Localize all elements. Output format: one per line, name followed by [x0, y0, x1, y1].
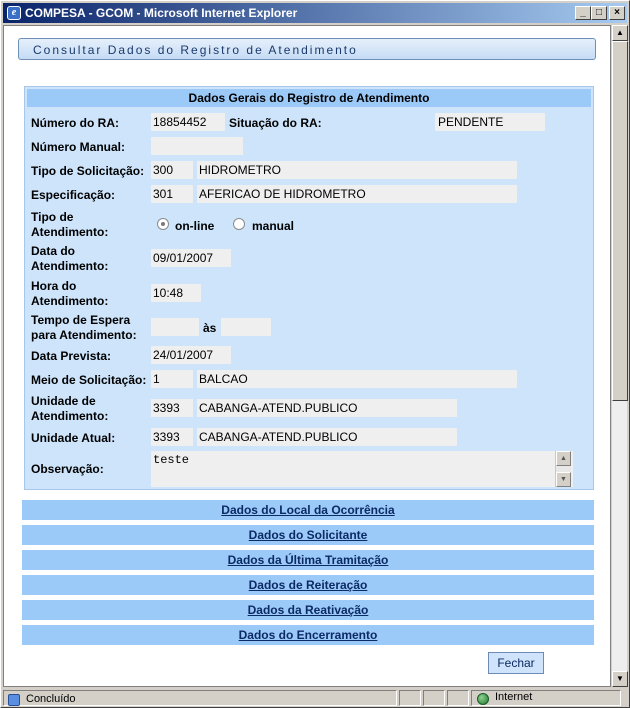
- close-button[interactable]: ×: [609, 6, 625, 20]
- especificacao-desc-field[interactable]: AFERICAO DE HIDROMETRO: [197, 185, 517, 203]
- numero-ra-label: Número do RA:: [31, 116, 119, 130]
- section-solicitante-link[interactable]: Dados do Solicitante: [22, 525, 594, 545]
- minimize-button[interactable]: _: [575, 6, 591, 20]
- page-content: Consultar Dados do Registro de Atendimen…: [3, 25, 611, 687]
- page-done-icon: [8, 694, 20, 706]
- page-title: Consultar Dados do Registro de Atendimen…: [33, 43, 358, 57]
- tipo-atendimento-online-radio[interactable]: [157, 218, 169, 230]
- numero-manual-label: Número Manual:: [31, 140, 126, 154]
- numero-manual-field[interactable]: [151, 137, 243, 155]
- maximize-button[interactable]: □: [591, 6, 607, 20]
- window-title: COMPESA - GCOM - Microsoft Internet Expl…: [25, 6, 298, 20]
- especificacao-code-field[interactable]: 301: [151, 185, 193, 203]
- tempo-espera-label-line1: Tempo de Espera: [31, 313, 131, 327]
- hora-atendimento-field[interactable]: 10:48: [151, 284, 201, 302]
- page-vertical-scrollbar[interactable]: ▲ ▼: [611, 25, 628, 687]
- scrollbar-thumb[interactable]: [612, 41, 628, 401]
- tempo-espera-separator: às: [203, 321, 217, 335]
- scroll-down-arrow-icon[interactable]: ▼: [556, 472, 571, 487]
- tempo-espera-inicio-field[interactable]: [151, 318, 199, 336]
- status-main-segment: Concluído: [3, 690, 397, 706]
- section-reativacao-link[interactable]: Dados da Reativação: [22, 600, 594, 620]
- observacao-scrollbar[interactable]: ▲ ▼: [555, 451, 571, 487]
- page-title-bar: Consultar Dados do Registro de Atendimen…: [18, 38, 596, 60]
- status-segment: [423, 690, 445, 706]
- title-bar: e COMPESA - GCOM - Microsoft Internet Ex…: [3, 3, 627, 23]
- situacao-ra-field[interactable]: PENDENTE: [435, 113, 545, 131]
- internet-explorer-icon: e: [7, 6, 21, 20]
- status-zone-segment: [471, 690, 621, 706]
- internet-zone-globe-icon: [477, 693, 489, 705]
- observacao-label: Observação:: [31, 462, 104, 476]
- scroll-down-arrow-icon[interactable]: ▼: [612, 671, 628, 687]
- unidade-atendimento-desc-field[interactable]: CABANGA-ATEND.PUBLICO: [197, 399, 457, 417]
- unidade-atendimento-label-line1: Unidade de: [31, 394, 96, 408]
- section-local-ocorrencia-link[interactable]: Dados do Local da Ocorrência: [22, 500, 594, 520]
- general-data-panel: Dados Gerais do Registro de Atendimento …: [24, 86, 594, 490]
- meio-solicitacao-code-field[interactable]: 1: [151, 370, 193, 388]
- unidade-atual-code-field[interactable]: 3393: [151, 428, 193, 446]
- tipo-atendimento-manual-label: manual: [252, 219, 295, 233]
- tempo-espera-fim-field[interactable]: [221, 318, 271, 336]
- section-reiteracao-link[interactable]: Dados de Reiteração: [22, 575, 594, 595]
- especificacao-label: Especificação:: [31, 188, 116, 202]
- data-prevista-field[interactable]: 24/01/2007: [151, 346, 231, 364]
- tipo-solicitacao-desc-field[interactable]: HIDROMETRO: [197, 161, 517, 179]
- scroll-up-arrow-icon[interactable]: ▲: [612, 25, 628, 41]
- tipo-solicitacao-code-field[interactable]: 300: [151, 161, 193, 179]
- panel-title: Dados Gerais do Registro de Atendimento: [27, 89, 591, 107]
- tipo-solicitacao-label: Tipo de Solicitação:: [31, 164, 145, 178]
- section-encerramento-link[interactable]: Dados do Encerramento: [22, 625, 594, 645]
- meio-solicitacao-label: Meio de Solicitação:: [31, 373, 147, 387]
- unidade-atual-desc-field[interactable]: CABANGA-ATEND.PUBLICO: [197, 428, 457, 446]
- section-ultima-tramitacao-link[interactable]: Dados da Última Tramitação: [22, 550, 594, 570]
- unidade-atual-label: Unidade Atual:: [31, 431, 116, 445]
- status-bar: Concluído Internet: [3, 689, 629, 707]
- tipo-atendimento-manual-radio[interactable]: [233, 218, 245, 230]
- tempo-espera-label-line2: para Atendimento:: [31, 328, 137, 342]
- browser-window: e COMPESA - GCOM - Microsoft Internet Ex…: [0, 0, 630, 708]
- unidade-atendimento-label-line2: Atendimento:: [31, 409, 109, 423]
- data-atendimento-label-line2: Atendimento:: [31, 259, 109, 273]
- status-segment: [447, 690, 469, 706]
- situacao-ra-label: Situação do RA:: [229, 116, 322, 130]
- scroll-up-arrow-icon[interactable]: ▲: [556, 451, 571, 466]
- zone-text: Internet: [495, 691, 533, 703]
- data-atendimento-field[interactable]: 09/01/2007: [151, 249, 231, 267]
- data-prevista-label: Data Prevista:: [31, 349, 112, 363]
- status-text: Concluído: [26, 693, 76, 705]
- tipo-atendimento-label-line2: Atendimento:: [31, 225, 109, 239]
- status-segment: [399, 690, 421, 706]
- fechar-button[interactable]: Fechar: [488, 652, 544, 674]
- numero-ra-field[interactable]: 18854452: [151, 113, 225, 131]
- data-atendimento-label-line1: Data do: [31, 244, 76, 258]
- tipo-atendimento-online-label: on-line: [175, 219, 215, 233]
- tipo-atendimento-label-line1: Tipo de: [31, 210, 74, 224]
- meio-solicitacao-desc-field[interactable]: BALCAO: [197, 370, 517, 388]
- hora-atendimento-label-line1: Hora do: [31, 279, 77, 293]
- hora-atendimento-label-line2: Atendimento:: [31, 294, 109, 308]
- observacao-textarea[interactable]: teste: [151, 451, 573, 487]
- unidade-atendimento-code-field[interactable]: 3393: [151, 399, 193, 417]
